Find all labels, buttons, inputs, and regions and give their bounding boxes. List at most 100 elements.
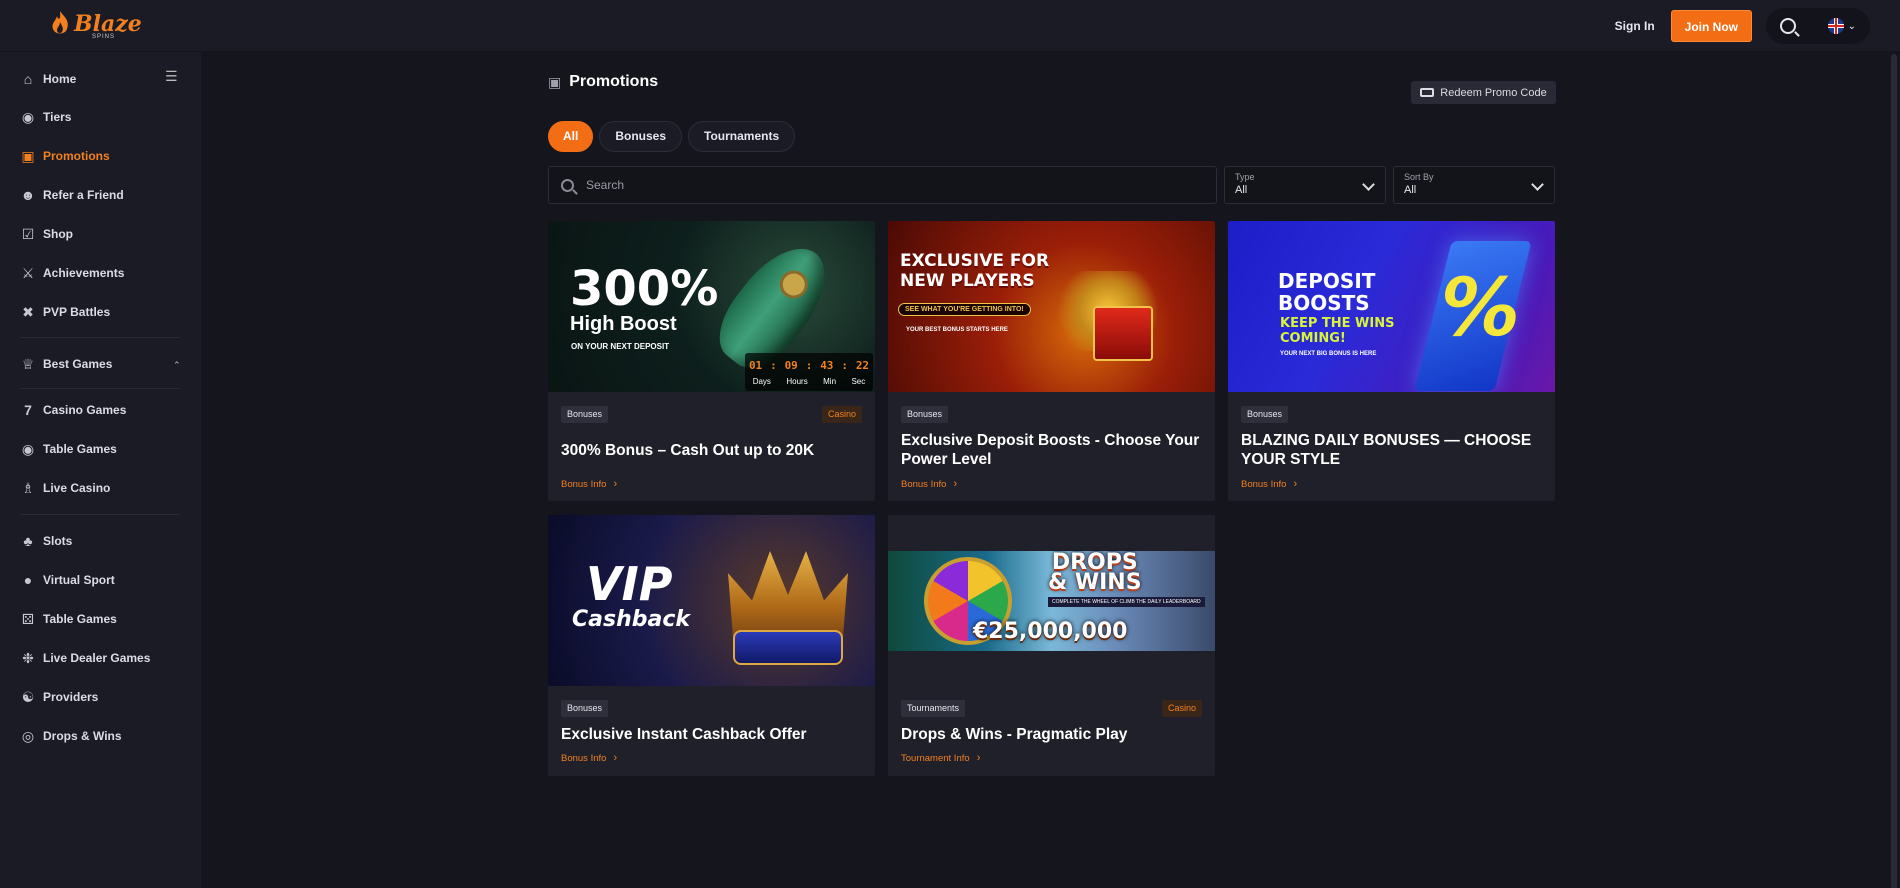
sidebar-item-label: Slots [43,534,73,548]
banner-line1: VIP [586,557,673,611]
coins-icon: ◎ [21,727,35,744]
sidebar-item-promotions[interactable]: ▣ Promotions [20,146,109,166]
sort-by-label: Sort By [1404,172,1434,182]
bonus-info-link[interactable]: Bonus Info [561,752,617,764]
sidebar-item-label: Refer a Friend [43,188,124,202]
gamepad-icon: ● [23,572,33,588]
banner-smalltext: ON YOUR NEXT DEPOSIT [571,342,670,351]
tab-tournaments[interactable]: Tournaments [688,121,796,152]
bonus-info-link[interactable]: Bonus Info [901,478,957,490]
sidebar-item-live-casino[interactable]: ♗ Live Casino [20,478,111,498]
promo-banner-image[interactable]: EXCLUSIVE FOR NEW PLAYERS SEE WHAT YOU'R… [888,221,1215,392]
join-now-button[interactable]: Join Now [1670,10,1752,42]
drops-wins-banner: DROPS & WINS COMPLETE THE WHEEL OF CLIMB… [888,551,1215,651]
sidebar-item-casino-games[interactable]: 7 Casino Games [20,400,126,420]
sidebar-item-pvp-battles[interactable]: ✖ PVP Battles [20,302,110,322]
timer-min-label: Min [823,377,837,386]
type-filter-value: All [1235,184,1248,196]
promo-tabs: All Bonuses Tournaments [548,121,796,152]
sidebar-item-label: Best Games [43,357,113,371]
tournament-info-link[interactable]: Tournament Info [901,752,980,764]
banner-smalltext: YOUR BEST BONUS STARTS HERE [906,327,1008,333]
banner-line4: COMING! [1280,331,1346,346]
redeem-promo-button[interactable]: Redeem Promo Code [1411,81,1556,104]
percent-symbol: % [1431,261,1529,354]
sign-in-link[interactable]: Sign In [1615,19,1655,33]
tab-all[interactable]: All [548,121,594,152]
prize-amount: €25,000,000 [973,619,1128,644]
category-badge: Bonuses [901,406,949,423]
dice-icon: ⚄ [21,610,35,627]
uk-flag-icon [1827,18,1844,34]
scrollbar-thumb[interactable] [1891,54,1897,888]
promo-card[interactable]: % DEPOSIT BOOSTS KEEP THE WINS COMING! Y… [1228,221,1555,501]
users-icon: ☻ [20,187,36,203]
banner-headline: 300% [570,261,719,317]
top-header: Blaze SPINS Sign In Join Now ⌄ [0,0,1900,52]
sidebar-item-providers[interactable]: ☯ Providers [20,687,99,707]
sidebar-item-virtual-sport[interactable]: ● Virtual Sport [20,570,115,590]
promo-banner-image[interactable]: VIP Cashback [548,515,875,686]
collapse-sidebar-icon[interactable]: ☰ [165,68,178,85]
promo-card[interactable]: DROPS & WINS COMPLETE THE WHEEL OF CLIMB… [888,515,1215,776]
type-filter-label: Type [1235,172,1255,182]
page-title-text: Promotions [569,73,659,90]
sidebar-item-achievements[interactable]: ⚔ Achievements [20,263,125,283]
sidebar-item-home[interactable]: ⌂ Home [20,69,77,89]
sidebar-item-label: Table Games [43,442,117,456]
search-field [548,166,1217,204]
search-input[interactable] [586,178,1186,192]
chevron-up-icon[interactable]: ⌃ [173,360,181,371]
promo-banner-image[interactable]: % DEPOSIT BOOSTS KEEP THE WINS COMING! Y… [1228,221,1555,392]
sidebar-item-label: Drops & Wins [43,729,122,743]
banner-line2: & WINS [1048,570,1142,595]
banner-pill: SEE WHAT YOU'RE GETTING INTO! [898,303,1031,316]
banner-line1: EXCLUSIVE FOR [900,251,1050,271]
sidebar-item-drops-wins[interactable]: ◎ Drops & Wins [20,726,122,746]
timer-hours-label: Hours [786,377,808,386]
search-icon[interactable] [1780,18,1796,34]
sidebar-item-label: Live Casino [43,481,111,495]
promo-card[interactable]: 300% High Boost ON YOUR NEXT DEPOSIT 01:… [548,221,875,501]
category-badge: Bonuses [561,700,609,717]
sidebar-item-table-games-2[interactable]: ⚄ Table Games [20,609,117,629]
flame-icon [52,11,68,34]
header-tools: ⌄ [1766,8,1870,44]
sidebar-item-label: Tiers [43,110,72,124]
promo-banner-image[interactable]: 300% High Boost ON YOUR NEXT DEPOSIT 01:… [548,221,875,392]
timer-hours: 09 [784,359,798,372]
providers-icon: ☯ [21,688,35,705]
banner-line2: BOOSTS [1278,291,1370,315]
sidebar-item-refer-a-friend[interactable]: ☻ Refer a Friend [20,185,124,205]
sort-by-value: All [1404,184,1417,196]
bonus-info-link[interactable]: Bonus Info [561,478,617,490]
bonus-info-link[interactable]: Bonus Info [1241,478,1297,490]
brand-logo[interactable]: Blaze SPINS [48,10,142,40]
sidebar-item-label: PVP Battles [43,305,111,319]
type-filter-select[interactable]: Type All [1224,166,1386,204]
sort-by-select[interactable]: Sort By All [1393,166,1555,204]
sidebar-item-shop[interactable]: ☑ Shop [20,224,73,244]
home-icon: ⌂ [23,71,33,87]
cherry-icon: ♣ [23,533,33,549]
gift-icon: ▣ [21,147,35,164]
tab-bonuses[interactable]: Bonuses [599,121,683,152]
promo-card[interactable]: EXCLUSIVE FOR NEW PLAYERS SEE WHAT YOU'R… [888,221,1215,501]
language-selector[interactable]: ⌄ [1827,18,1856,34]
sidebar-item-label: Achievements [43,266,125,280]
sidebar-item-table-games[interactable]: ◉ Table Games [20,439,117,459]
crown-base-graphic [733,630,843,665]
sidebar-item-label: Live Dealer Games [43,651,151,665]
sidebar-item-live-dealer-games[interactable]: ❉ Live Dealer Games [20,648,150,668]
seven-icon: 7 [24,402,32,418]
page-scrollbar[interactable] [1888,52,1900,888]
sidebar-item-best-games[interactable]: ♕ Best Games [20,354,113,374]
sidebar-item-tiers[interactable]: ◉ Tiers [20,107,72,127]
sidebar-divider [20,514,180,515]
promo-banner-image[interactable]: DROPS & WINS COMPLETE THE WHEEL OF CLIMB… [888,515,1215,686]
sidebar-item-slots[interactable]: ♣ Slots [20,531,72,551]
casino-tag: Casino [821,406,862,423]
sidebar-divider [20,337,180,338]
promo-card[interactable]: VIP Cashback Bonuses Exclusive Instant C… [548,515,875,776]
banner-line1: DEPOSIT [1278,269,1376,293]
